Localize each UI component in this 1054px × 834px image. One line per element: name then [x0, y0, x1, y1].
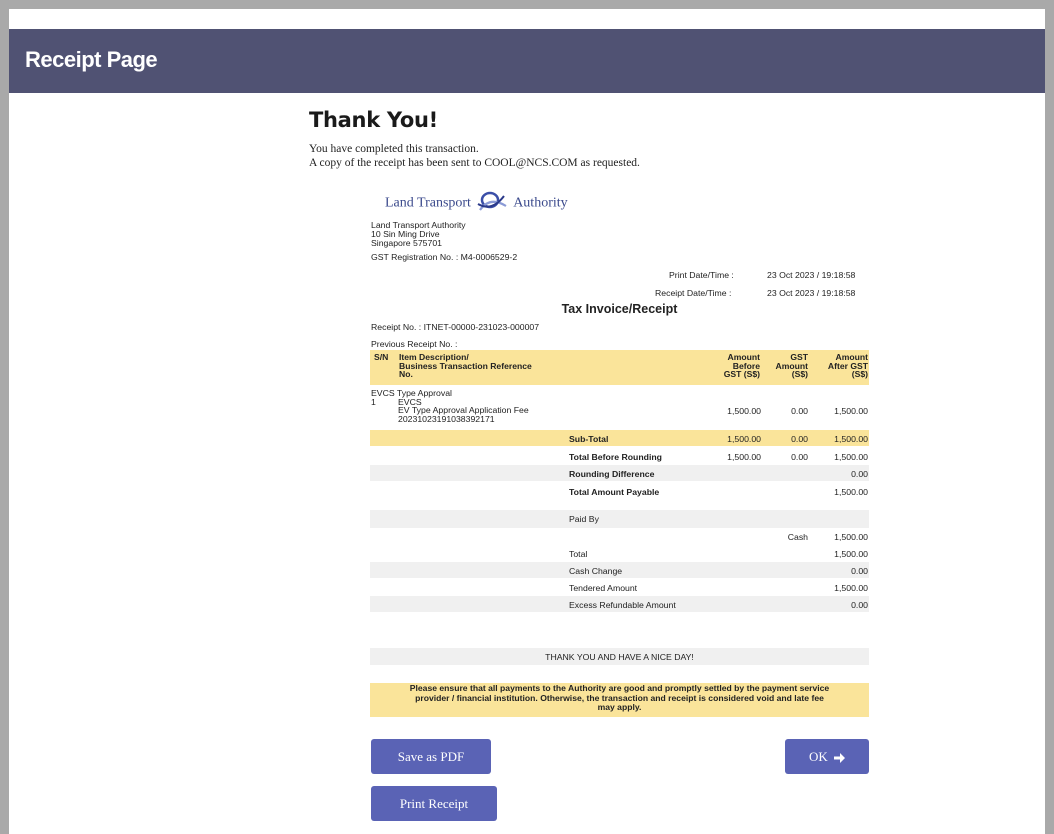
table-row: EVCS Type Approval 1 EVCS EV Type Approv… [370, 386, 869, 430]
gst-registration: GST Registration No. : M4-0006529-2 [371, 252, 518, 262]
summary-label: Total Amount Payable [569, 487, 660, 497]
print-receipt-label: Print Receipt [399, 796, 469, 811]
summary-after: 1,500.00 [834, 487, 868, 497]
totals-value: 0.00 [851, 566, 868, 576]
col-after-line3: (S$) [851, 369, 868, 379]
summary-row: Total Amount Payable 1,500.00 [370, 483, 869, 499]
summary-before: 1,500.00 [727, 452, 761, 462]
totals-row: Excess Refundable Amount 0.00 [370, 596, 869, 612]
receipt-number: Receipt No. : ITNET-00000-231023-000007 [371, 322, 540, 332]
totals-value: 1,500.00 [834, 583, 868, 593]
previous-receipt-number: Previous Receipt No. : [371, 339, 458, 349]
summary-before: 1,500.00 [727, 434, 761, 444]
summary-row: Total Before Rounding 1,500.00 0.00 1,50… [370, 448, 869, 464]
item-ref: 20231023191038392171 [398, 413, 495, 424]
summary-after: 1,500.00 [834, 434, 868, 444]
totals-label: Cash Change [569, 566, 623, 576]
payment-notice: Please ensure that all payments to the A… [370, 683, 869, 717]
paid-by-row: Paid By [370, 510, 869, 528]
receipt-title: Tax Invoice/Receipt [561, 302, 678, 316]
col-desc-line3: No. [399, 369, 413, 379]
item-sn: 1 [371, 396, 376, 407]
closing-message: THANK YOU AND HAVE A NICE DAY! [545, 652, 694, 662]
payment-method: Cash [787, 532, 808, 542]
ok-label: OK [808, 749, 828, 764]
save-pdf-button[interactable]: Save as PDF [371, 739, 491, 774]
totals-row: Cash Change 0.00 [370, 562, 869, 578]
closing-row: THANK YOU AND HAVE A NICE DAY! [370, 648, 869, 665]
print-datetime-label: Print Date/Time : [669, 270, 734, 280]
summary-label: Total Before Rounding [569, 452, 662, 462]
summary-gst: 0.00 [791, 452, 808, 462]
print-receipt-button[interactable]: Print Receipt [371, 786, 497, 821]
thank-you-heading: Thank You! [309, 108, 438, 132]
col-before-line3: GST (S$) [723, 369, 760, 379]
totals-value: 0.00 [851, 600, 868, 610]
summary-after: 0.00 [851, 469, 868, 479]
save-pdf-label: Save as PDF [397, 749, 465, 764]
ok-button[interactable]: OK [785, 739, 869, 774]
col-desc-line2: Business Transaction Reference [399, 360, 532, 371]
item-amount-after: 1,500.00 [834, 406, 868, 416]
logo-text-right: Authority [513, 195, 568, 211]
payment-row: Cash 1,500.00 [370, 528, 869, 544]
totals-row: Tendered Amount 1,500.00 [370, 579, 869, 595]
completion-message: You have completed this transaction. [309, 143, 479, 155]
logo-text-left: Land Transport [385, 195, 471, 211]
totals-label: Excess Refundable Amount [569, 600, 676, 610]
totals-label: Total [569, 549, 588, 559]
totals-row: Total 1,500.00 [370, 545, 869, 561]
address-line-2: Singapore 575701 [371, 238, 443, 248]
item-amount-before: 1,500.00 [727, 406, 761, 416]
receipt-datetime-value: 23 Oct 2023 / 19:18:58 [767, 288, 856, 298]
summary-after: 1,500.00 [834, 452, 868, 462]
page-title: Receipt Page [25, 47, 158, 72]
notice-line-3: may apply. [597, 702, 642, 712]
summary-row: Rounding Difference 0.00 [370, 465, 869, 481]
receipt-datetime-label: Receipt Date/Time : [655, 288, 732, 298]
summary-row: Sub-Total 1,500.00 0.00 1,500.00 [370, 430, 869, 446]
summary-label: Rounding Difference [569, 469, 655, 479]
summary-gst: 0.00 [791, 434, 808, 444]
item-gst-amount: 0.00 [791, 406, 808, 416]
totals-value: 1,500.00 [834, 549, 868, 559]
summary-label: Sub-Total [569, 434, 609, 444]
email-sent-message: A copy of the receipt has been sent to C… [309, 157, 640, 169]
col-gst-line3: (S$) [791, 369, 808, 379]
table-header: S/N Item Description/ Business Transacti… [370, 350, 869, 385]
lta-logo-icon [476, 190, 508, 217]
lta-logo: Land Transport Authority [385, 190, 568, 217]
payment-amount: 1,500.00 [834, 532, 868, 542]
paid-by-label: Paid By [569, 514, 599, 524]
print-datetime-value: 23 Oct 2023 / 19:18:58 [767, 270, 856, 280]
totals-label: Tendered Amount [569, 583, 638, 593]
col-sn: S/N [374, 352, 389, 362]
arrow-right-icon [834, 741, 846, 776]
page-header: Receipt Page [9, 29, 1045, 93]
